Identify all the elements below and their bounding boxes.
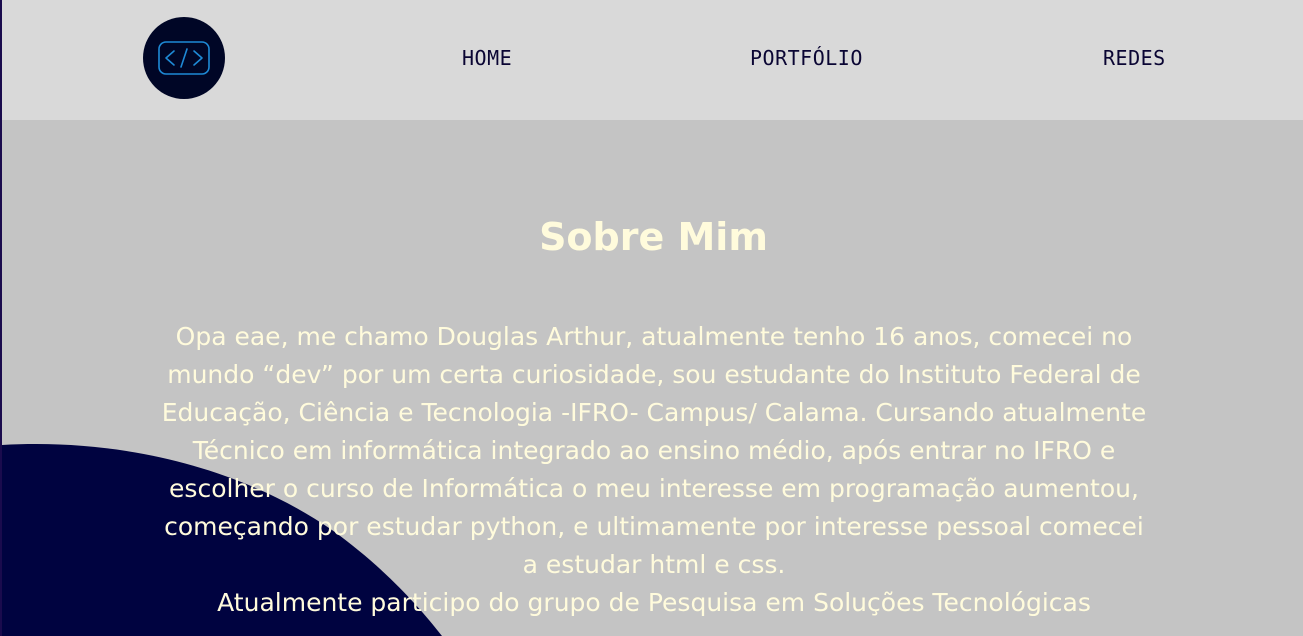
navbar: HOME PORTFÓLIO REDES — [2, 0, 1303, 120]
nav-link-portfolio[interactable]: PORTFÓLIO — [750, 44, 863, 72]
nav-link-home[interactable]: HOME — [462, 44, 512, 72]
nav-link-redes[interactable]: REDES — [1103, 44, 1166, 72]
code-brackets-icon — [158, 41, 210, 75]
logo-button[interactable] — [143, 17, 225, 99]
about-title: Sobre Mim — [539, 215, 768, 259]
about-paragraph-continuation: Atualmente participo do grupo de Pesquis… — [217, 588, 1091, 617]
about-section: Sobre Mim Opa eae, me chamo Douglas Arth… — [2, 120, 1303, 636]
about-paragraph-text: Opa eae, me chamo Douglas Arthur, atualm… — [161, 322, 1147, 579]
about-paragraph: Opa eae, me chamo Douglas Arthur, atualm… — [154, 318, 1154, 622]
page: HOME PORTFÓLIO REDES Sobre Mim Opa eae, … — [0, 0, 1303, 636]
